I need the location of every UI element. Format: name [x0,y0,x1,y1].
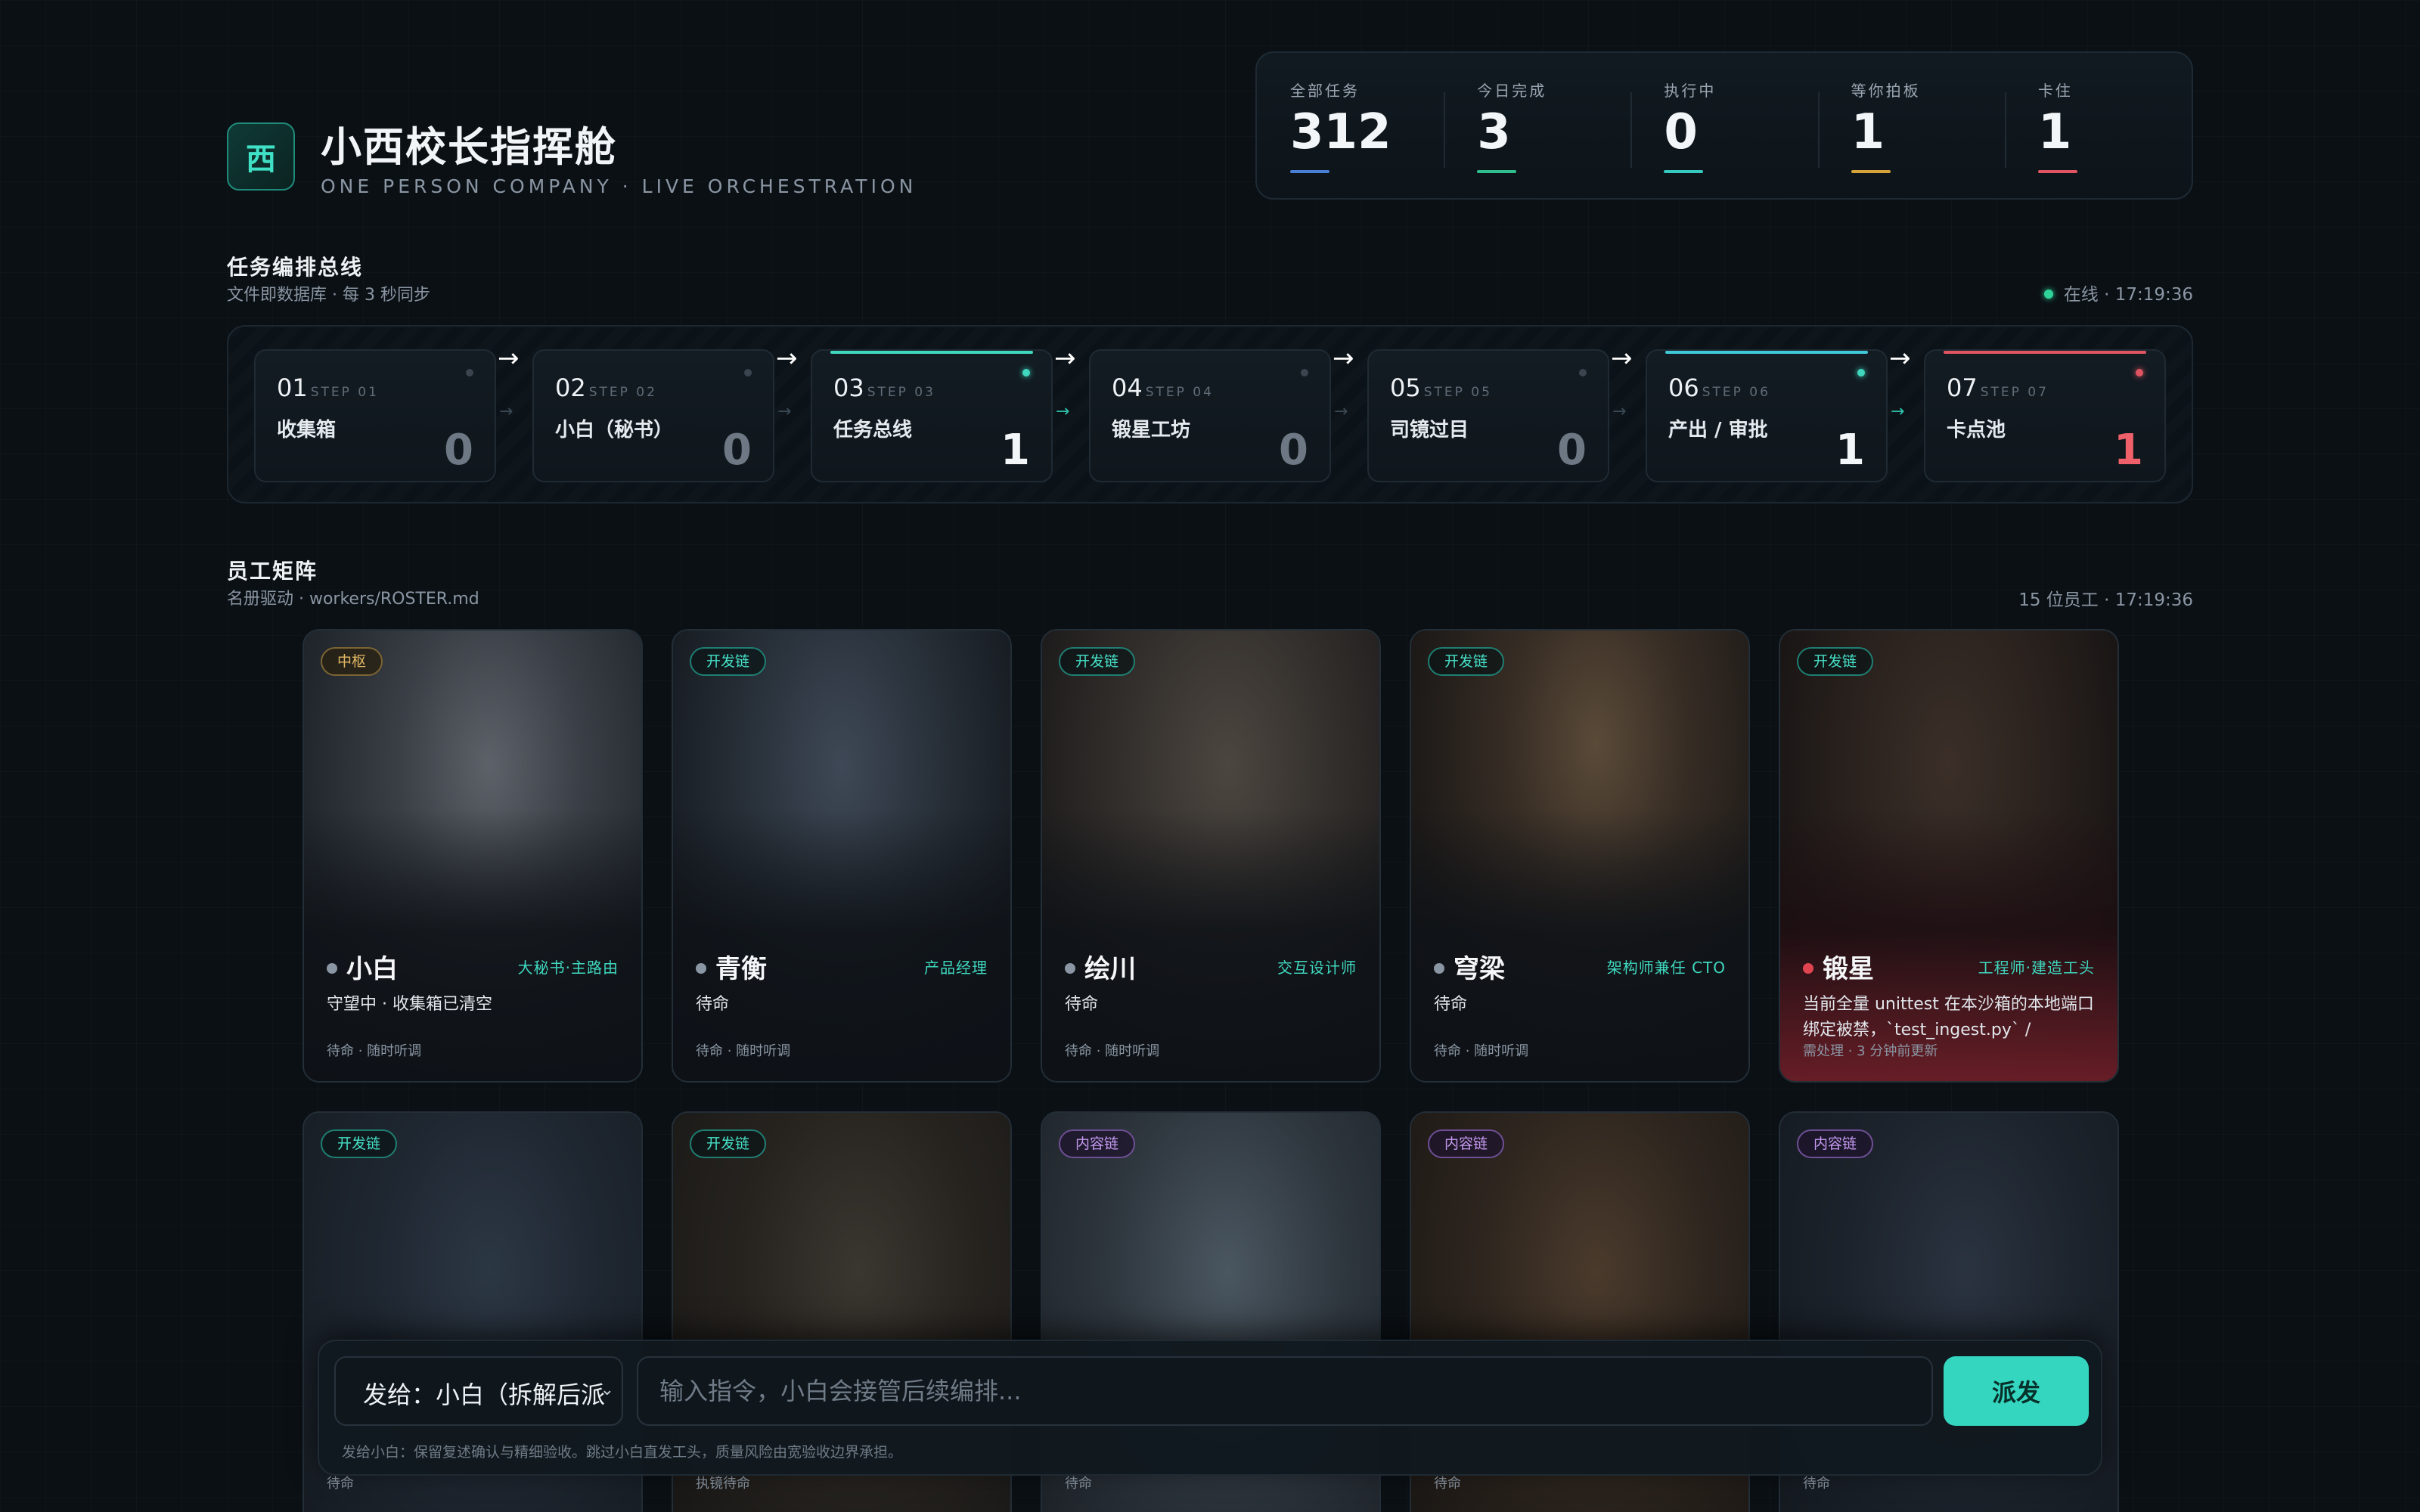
arrow-right-icon: → [776,343,798,373]
step-active-bar [830,351,1033,354]
stat-total[interactable]: 全部任务 312 [1257,53,1444,198]
worker-role: 产品经理 [924,959,988,977]
stat-awaiting-decision[interactable]: 等你拍板 1 [1817,53,2005,198]
arrow-right-icon: → [1891,402,1905,421]
arrow-right-icon: → [1889,343,1911,373]
worker-status: 待命 [696,995,730,1014]
worker-role: 大秘书·主路由 [517,959,619,977]
worker-status: 守望中 · 收集箱已清空 [327,995,492,1014]
dispatch-button[interactable]: 派发 [1944,1356,2089,1426]
worker-role: 工程师·建造工头 [1978,959,2095,977]
status-dot-icon [2136,369,2143,376]
chain-badge: 开发链 [690,647,767,676]
step-active-bar [1665,351,1868,354]
stats-panel: 全部任务 312 今日完成 3 执行中 0 等你拍板 1 卡住 1 [1255,51,2193,200]
chain-badge: 开发链 [1797,647,1874,676]
alert-dot-icon [1803,963,1813,974]
online-status: 在线 · 17:19:36 [2043,280,2193,305]
roster-title: 员工矩阵 [227,559,318,584]
pipeline-bus: 01 STEP 01 收集箱 0 → → 02 STEP 02 小白（秘书） 0 →… [227,325,2193,503]
chain-badge: 开发链 [1059,647,1136,676]
chevron-down-icon: ⌄ [600,1380,614,1399]
status-dot-icon [327,963,337,974]
arrow-right-icon: → [1612,402,1627,421]
chain-badge: 内容链 [1059,1129,1136,1158]
pipeline-title: 任务编排总线 [227,255,364,280]
status-dot-icon [744,369,752,376]
status-dot-icon [1301,369,1308,376]
pipeline-step-task-bus[interactable]: 03 STEP 03 任务总线 1 [811,349,1053,482]
stat-stuck[interactable]: 卡住 1 [2004,53,2192,198]
worker-footer: 待命 · 随时听调 [696,1043,791,1059]
chain-badge: 内容链 [1428,1129,1505,1158]
online-dot-icon [2043,290,2053,299]
status-dot-icon [1434,963,1444,974]
stat-done-today[interactable]: 今日完成 3 [1444,53,1630,198]
pipeline-step-review[interactable]: 05 STEP 05 司镜过目 0 [1367,349,1609,482]
pipeline-step-blocker-pool[interactable]: 07 STEP 07 卡点池 1 [1924,349,2166,482]
pipeline-step-output-approval[interactable]: 06 STEP 06 产出 / 审批 1 [1646,349,1888,482]
arrow-right-icon: → [777,402,792,421]
pipeline-subtitle: 文件即数据库 · 每 3 秒同步 [227,286,430,305]
arrow-right-icon: → [1333,343,1354,373]
worker-status: 待命 [1434,995,1468,1014]
stat-bar [1664,170,1704,173]
stat-running[interactable]: 执行中 0 [1630,53,1817,198]
pipeline-step-inbox[interactable]: 01 STEP 01 收集箱 0 [254,349,496,482]
worker-card-qingheng[interactable]: 开发链 青衡 产品经理 待命 待命 · 随时听调 [672,629,1012,1083]
worker-status: 当前全量 unittest 在本沙箱的本地端口绑定被禁，`test_ingest… [1803,995,2094,1040]
worker-footer: 待命 · 随时听调 [1065,1043,1160,1059]
stat-bar [2037,170,2077,173]
arrow-right-icon: → [1334,402,1348,421]
worker-role: 交互设计师 [1277,959,1357,977]
status-dot-icon [1022,369,1030,376]
status-dot-icon [1857,369,1865,376]
app-subtitle: ONE PERSON COMPANY · LIVE ORCHESTRATION [321,175,917,197]
stat-bar [1290,170,1329,173]
arrow-right-icon: → [1054,343,1076,373]
chain-badge: 中枢 [321,647,383,676]
pipeline-step-forge[interactable]: 04 STEP 04 锻星工坊 0 [1089,349,1331,482]
pipeline-step-secretary[interactable]: 02 STEP 02 小白（秘书） 0 [532,349,774,482]
arrow-right-icon: → [498,343,520,373]
status-dot-icon [466,369,473,376]
command-hint: 发给小白：保留复述确认与精细验收。跳过小白直发工头，质量风险由宽验收边界承担。 [342,1444,903,1461]
step-alert-bar [1944,351,2146,354]
stat-bar [1851,170,1891,173]
arrow-right-icon: → [499,402,513,421]
worker-card-duanxing[interactable]: 开发链 锻星 工程师·建造工头 当前全量 unittest 在本沙箱的本地端口绑… [1779,629,2119,1083]
recipient-select[interactable]: 发给：小白（拆解后派 ⌄ [334,1356,623,1426]
worker-footer: 待命 · 随时听调 [327,1043,422,1059]
stat-bar [1477,170,1517,173]
chain-badge: 开发链 [1428,647,1505,676]
worker-card-xiaobai[interactable]: 中枢 小白 大秘书·主路由 守望中 · 收集箱已清空 待命 · 随时听调 [302,629,643,1083]
arrow-right-icon: → [1611,343,1633,373]
worker-footer: 待命 · 随时听调 [1434,1043,1529,1059]
chain-badge: 内容链 [1797,1129,1874,1158]
command-bar: 发给：小白（拆解后派 ⌄ 派发 发给小白：保留复述确认与精细验收。跳过小白直发工… [318,1340,2102,1476]
status-dot-icon [1065,963,1075,974]
chain-badge: 开发链 [321,1129,398,1158]
worker-role: 架构师兼任 CTO [1606,959,1726,977]
arrow-right-icon: → [1056,402,1070,421]
worker-footer: 需处理 · 3 分钟前更新 [1803,1043,1938,1059]
roster-count: 15 位员工 · 17:19:36 [2018,590,2193,610]
roster-subtitle: 名册驱动 · workers/ROSTER.md [227,590,479,609]
command-input[interactable] [637,1356,1933,1426]
status-dot-icon [1579,369,1587,376]
worker-status: 待命 [1065,995,1099,1014]
worker-card-huichuan[interactable]: 开发链 绘川 交互设计师 待命 待命 · 随时听调 [1041,629,1381,1083]
worker-card-qiongliang[interactable]: 开发链 穹梁 架构师兼任 CTO 待命 待命 · 随时听调 [1410,629,1750,1083]
chain-badge: 开发链 [690,1129,767,1158]
app-logo: 西 [227,122,295,191]
status-dot-icon [696,963,706,974]
app-title: 小西校长指挥舱 [321,123,617,171]
